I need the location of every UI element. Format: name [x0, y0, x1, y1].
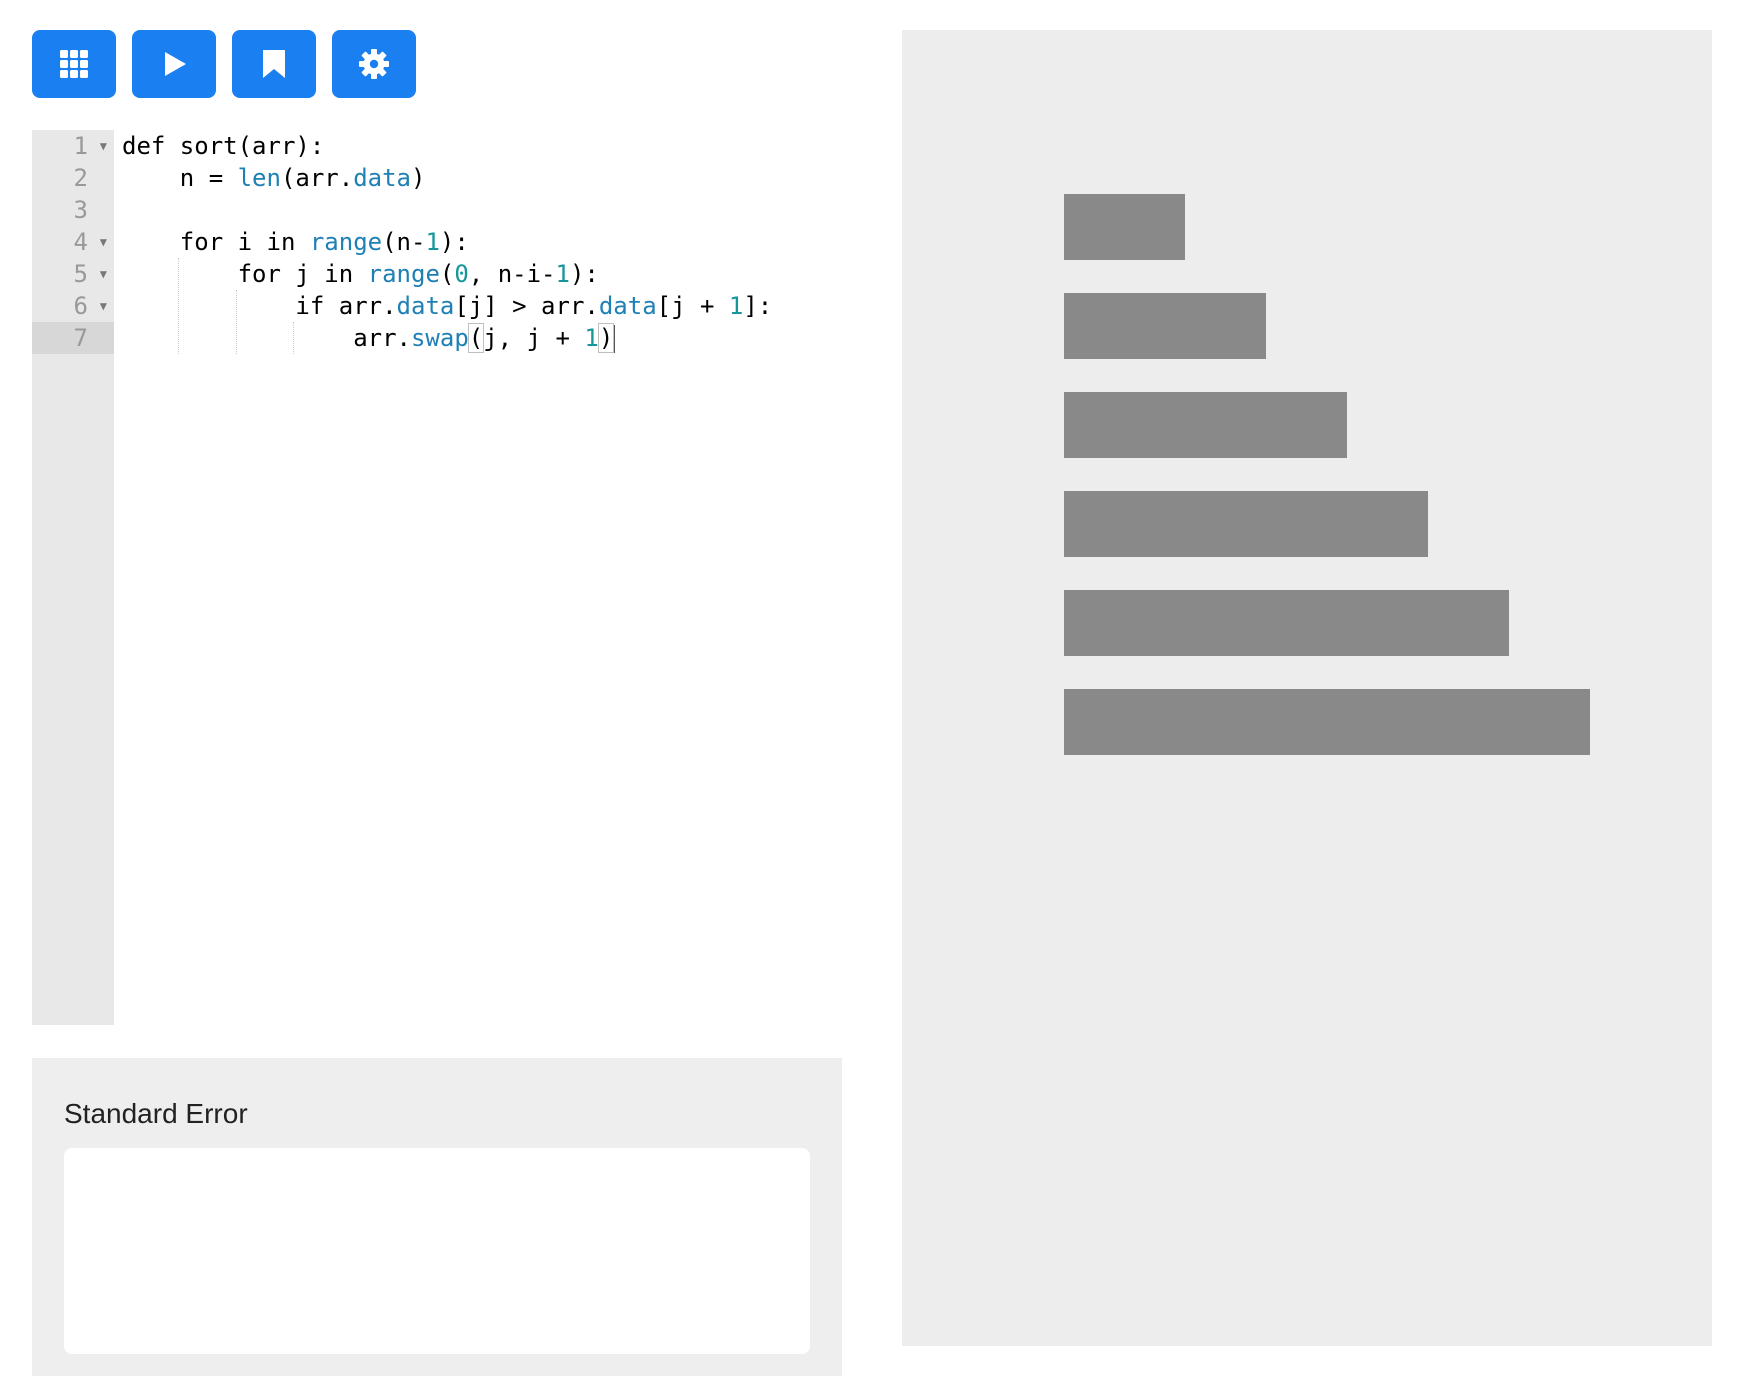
code-token: 1 — [555, 260, 570, 288]
fold-arrow-icon[interactable]: ▼ — [100, 226, 107, 258]
line-number: 3 — [73, 196, 88, 224]
run-button[interactable] — [132, 30, 216, 98]
code-token: arr. — [353, 324, 411, 352]
menu-button[interactable] — [32, 30, 116, 98]
line-number: 4 — [73, 228, 88, 256]
code-token: for j in — [237, 260, 368, 288]
code-token: (n- — [382, 228, 426, 256]
array-bar-1 — [1064, 293, 1266, 359]
code-token: range — [309, 228, 383, 256]
code-token: swap — [410, 324, 469, 352]
text-cursor — [613, 325, 616, 353]
gutter-line-2: 2 — [32, 162, 114, 194]
line-number: 5 — [73, 260, 88, 288]
standard-error-title: Standard Error — [64, 1098, 248, 1129]
code-token: data — [396, 292, 455, 320]
line-number-gutter: 1 ▼ 2 3 4 ▼ 5 ▼ 6 ▼ 7 — [32, 130, 114, 1025]
fold-arrow-icon[interactable]: ▼ — [100, 290, 107, 322]
gutter-line-5: 5 ▼ — [32, 258, 114, 290]
fold-arrow-icon[interactable]: ▼ — [100, 258, 107, 290]
play-icon — [159, 49, 189, 79]
code-token: , n-i- — [468, 260, 556, 288]
gutter-line-6: 6 ▼ — [32, 290, 114, 322]
code-token: [j + — [656, 292, 729, 320]
settings-button[interactable] — [332, 30, 416, 98]
code-token: data — [598, 292, 657, 320]
bookmark-icon — [261, 48, 287, 80]
code-token: for i in — [179, 228, 310, 256]
gutter-line-7: 7 — [32, 322, 114, 354]
gear-icon — [358, 48, 390, 80]
standard-error-output — [64, 1148, 810, 1354]
code-token: 1 — [425, 228, 440, 256]
code-token: ) — [411, 164, 426, 192]
array-bar-0 — [1064, 194, 1185, 260]
array-bar-4 — [1064, 590, 1509, 656]
code-token: range — [367, 260, 440, 288]
code-line-2[interactable]: n = len(arr.data) — [122, 162, 426, 194]
code-token: j, j + — [483, 324, 585, 352]
code-token: ): — [439, 228, 469, 256]
code-token: if arr. — [295, 292, 397, 320]
array-bar-2 — [1064, 392, 1347, 458]
grid-icon — [59, 49, 89, 79]
code-token: ]: — [743, 292, 773, 320]
array-bar-5 — [1064, 689, 1590, 755]
code-token: def sort(arr): — [122, 132, 325, 160]
code-line-1[interactable]: def sort(arr): — [122, 130, 324, 162]
code-token: data — [353, 164, 411, 192]
code-line-7[interactable]: arr.swap(j, j + 1) — [122, 322, 616, 354]
code-token: 1 — [728, 292, 744, 320]
code-token: ( — [439, 260, 455, 288]
code-line-5[interactable]: for j in range(0, n-i-1): — [122, 258, 599, 290]
array-bar-3 — [1064, 491, 1428, 557]
indent-guide — [177, 258, 179, 354]
code-line-4[interactable]: for i in range(n-1): — [122, 226, 469, 258]
code-token: len — [237, 164, 281, 192]
code-token: ) — [597, 323, 615, 353]
indent-guide — [235, 290, 237, 354]
gutter-line-3: 3 — [32, 194, 114, 226]
line-number: 7 — [73, 324, 88, 352]
code-token: [j] > arr. — [454, 292, 599, 320]
line-number: 6 — [73, 292, 88, 320]
visualization-panel — [902, 30, 1712, 1346]
bookmark-button[interactable] — [232, 30, 316, 98]
code-token: 0 — [454, 260, 469, 288]
gutter-line-4: 4 ▼ — [32, 226, 114, 258]
code-token: 1 — [584, 324, 599, 352]
toolbar — [32, 30, 416, 98]
fold-arrow-icon[interactable]: ▼ — [100, 130, 107, 162]
indent-guide — [293, 322, 295, 354]
code-token: ): — [569, 260, 599, 288]
code-token: (arr. — [280, 164, 354, 192]
code-editor[interactable]: 1 ▼ 2 3 4 ▼ 5 ▼ 6 ▼ 7 def sort(arr): n = len(arr.d… — [32, 130, 842, 1025]
standard-error-panel: Standard Error — [32, 1058, 842, 1376]
gutter-line-1: 1 ▼ — [32, 130, 114, 162]
line-number: 1 — [73, 132, 88, 160]
code-token: ( — [467, 323, 485, 353]
line-number: 2 — [73, 164, 88, 192]
code-area[interactable]: def sort(arr): n = len(arr.data) for i i… — [122, 130, 842, 1025]
code-line-6[interactable]: if arr.data[j] > arr.data[j + 1]: — [122, 290, 772, 322]
code-token: n = — [179, 164, 238, 192]
